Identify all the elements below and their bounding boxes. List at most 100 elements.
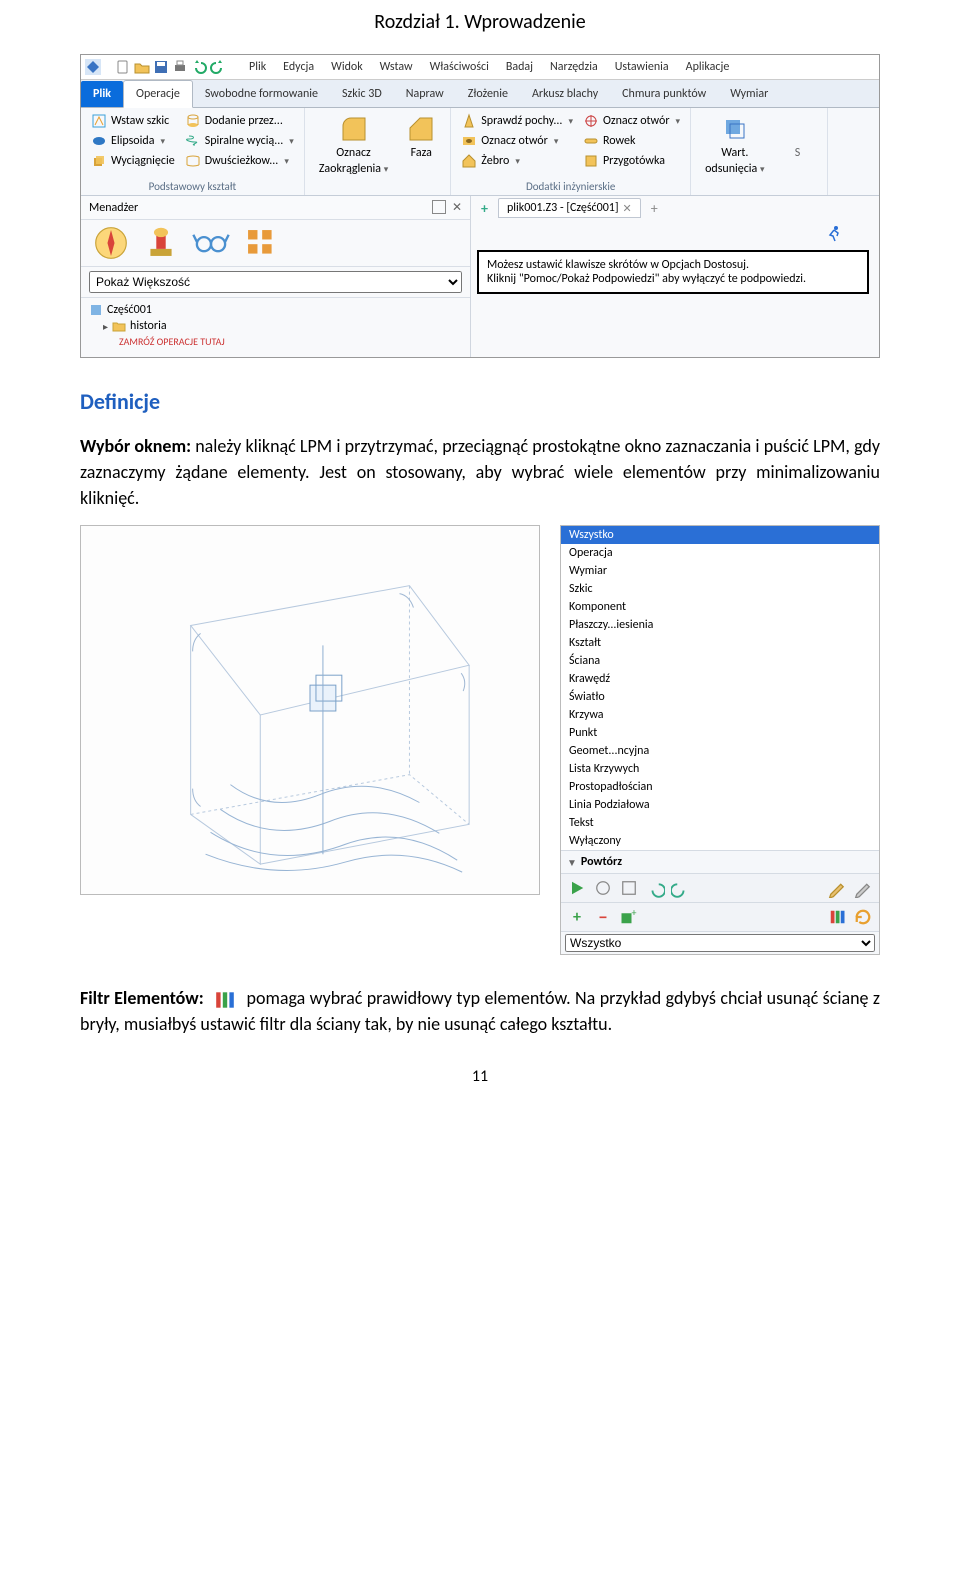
filter-item[interactable]: Operacja (561, 544, 879, 562)
expand-icon[interactable]: ▸ (103, 320, 108, 333)
cmd-elipsoida[interactable]: Elipsoida▾ (89, 132, 177, 150)
cmd-oznacz-zaokraglenia[interactable]: Oznacz Zaokrąglenia ▾ (313, 112, 394, 178)
tab-szkic3d[interactable]: Szkic 3D (330, 81, 394, 107)
filter-item[interactable]: Szkic (561, 580, 879, 598)
filter-item-wszystko[interactable]: Wszystko (561, 526, 879, 544)
dropdown-arrow-icon[interactable]: ▾ (513, 156, 520, 167)
tool-icon[interactable] (593, 878, 613, 898)
powtorz-section[interactable]: ▼ Powtórz (561, 850, 879, 873)
remove-icon[interactable]: − (593, 907, 613, 927)
tab-operacje[interactable]: Operacje (123, 80, 193, 108)
tree-frozen[interactable]: ZAMRÓŹ OPERACJE TUTAJ (89, 334, 462, 349)
filter-selector[interactable]: Wszystko (565, 934, 875, 952)
filter-bars-icon[interactable] (827, 907, 847, 927)
filter-item[interactable]: Wyłączony (561, 832, 879, 850)
tree-root[interactable]: Część001 (89, 302, 462, 318)
filter-item[interactable]: Światło (561, 688, 879, 706)
cmd-rowek[interactable]: Rowek (581, 132, 682, 150)
document-tab[interactable]: plik001.Z3 - [Część001] ✕ (498, 198, 641, 218)
filter-item[interactable]: Geomet...ncyjna (561, 742, 879, 760)
add-tab-icon[interactable]: + (647, 200, 662, 217)
cmd-dodanie-przez[interactable]: Dodanie przez... (183, 112, 296, 130)
menu-narzedzia[interactable]: Narzędzia (543, 58, 605, 76)
tree-history[interactable]: ▸ historia (89, 318, 462, 334)
print-icon[interactable] (172, 59, 188, 75)
dropdown-arrow-icon[interactable]: ▾ (158, 136, 165, 147)
manager-view-dropdown[interactable]: Pokaż Większość (81, 267, 470, 298)
cmd-s[interactable]: S (777, 112, 819, 178)
glasses-icon[interactable] (191, 226, 231, 260)
pencil-icon[interactable] (827, 878, 847, 898)
dropdown-arrow-icon[interactable]: ▾ (287, 136, 294, 147)
open-folder-icon[interactable] (134, 59, 150, 75)
dropdown-arrow-icon[interactable]: ▾ (282, 156, 289, 167)
filter-item[interactable]: Płaszczy...iesienia (561, 616, 879, 634)
filter-item[interactable]: Prostopadłościan (561, 778, 879, 796)
dropdown-arrow-icon[interactable]: ▾ (674, 116, 681, 127)
filter-item[interactable]: Linia Podziałowa (561, 796, 879, 814)
redo-icon[interactable] (210, 59, 226, 75)
filter-item[interactable]: Krzywa (561, 706, 879, 724)
screenshot-row: Wszystko Operacja Wymiar Szkic Komponent… (80, 525, 880, 955)
tool-icon[interactable] (619, 878, 639, 898)
dropdown-arrow-icon[interactable]: ▾ (552, 136, 559, 147)
cmd-wstaw-szkic[interactable]: Wstaw szkic (89, 112, 177, 130)
new-file-icon[interactable] (115, 59, 131, 75)
cmd-przygotowka[interactable]: Przygotówka (581, 152, 682, 170)
refresh-icon[interactable] (853, 907, 873, 927)
dropdown-arrow-icon[interactable]: ▾ (566, 116, 573, 127)
filter-item[interactable]: Lista Krzywych (561, 760, 879, 778)
compass-icon[interactable] (91, 226, 131, 260)
save-icon[interactable] (153, 59, 169, 75)
redo-icon[interactable] (671, 878, 691, 898)
stamp-icon[interactable] (141, 226, 181, 260)
pencil-icon[interactable] (853, 878, 873, 898)
add-icon[interactable]: + (567, 907, 587, 927)
filter-item[interactable]: Wymiar (561, 562, 879, 580)
menu-wstaw[interactable]: Wstaw (373, 58, 420, 76)
cmd-wart-odsunięcia[interactable]: Wart. odsunięcia ▾ (699, 112, 771, 178)
cmd-dwusciezkowe[interactable]: Dwuścieżkow...▾ (183, 152, 296, 170)
tab-plik[interactable]: Plik (81, 81, 123, 107)
cmd-oznacz-otwor-2[interactable]: Oznacz otwór▾ (581, 112, 682, 130)
tab-arkusz[interactable]: Arkusz blachy (520, 81, 610, 107)
close-icon[interactable]: ✕ (452, 200, 462, 215)
menu-ustawienia[interactable]: Ustawienia (608, 58, 676, 76)
filter-item[interactable]: Krawędź (561, 670, 879, 688)
dropdown-arrow-icon[interactable]: ▾ (760, 164, 765, 175)
menu-edycja[interactable]: Edycja (276, 58, 321, 76)
dropdown-arrow-icon[interactable]: ▾ (384, 164, 389, 175)
restore-icon[interactable] (432, 200, 446, 214)
menu-badaj[interactable]: Badaj (499, 58, 540, 76)
running-man-icon[interactable] (825, 224, 843, 242)
manager-view-select[interactable]: Pokaż Większość (89, 271, 462, 293)
tab-wymiar[interactable]: Wymiar (718, 81, 780, 107)
cmd-sprawdz-pochy[interactable]: Sprawdź pochy...▾ (459, 112, 575, 130)
add-tab-icon[interactable]: + (477, 200, 492, 217)
filter-item[interactable]: Ściana (561, 652, 879, 670)
cmd-spiralne[interactable]: Spiralne wycią...▾ (183, 132, 296, 150)
menu-plik[interactable]: Plik (242, 58, 273, 76)
cmd-wyciagniecie[interactable]: Wyciągnięcie (89, 152, 177, 170)
filter-item[interactable]: Tekst (561, 814, 879, 832)
tab-chmura[interactable]: Chmura punktów (610, 81, 718, 107)
add-group-icon[interactable]: + (619, 907, 639, 927)
filter-item[interactable]: Komponent (561, 598, 879, 616)
collapse-icon[interactable]: ▼ (567, 856, 577, 869)
menu-aplikacje[interactable]: Aplikacje (679, 58, 737, 76)
close-tab-icon[interactable]: ✕ (623, 202, 632, 215)
cmd-zebro[interactable]: Żebro▾ (459, 152, 575, 170)
undo-icon[interactable] (645, 878, 665, 898)
menu-widok[interactable]: Widok (324, 58, 370, 76)
menu-wlasciwosci[interactable]: Właściwości (423, 58, 496, 76)
undo-icon[interactable] (191, 59, 207, 75)
tab-swobodne[interactable]: Swobodne formowanie (193, 81, 330, 107)
filter-item[interactable]: Punkt (561, 724, 879, 742)
cmd-faza[interactable]: Faza (400, 112, 442, 178)
tab-zlozenie[interactable]: Złożenie (456, 81, 520, 107)
cmd-oznacz-otwor-1[interactable]: Oznacz otwór▾ (459, 132, 575, 150)
play-icon[interactable] (567, 878, 587, 898)
filter-item[interactable]: Kształt (561, 634, 879, 652)
grid-icon[interactable] (241, 226, 281, 260)
tab-napraw[interactable]: Napraw (394, 81, 456, 107)
